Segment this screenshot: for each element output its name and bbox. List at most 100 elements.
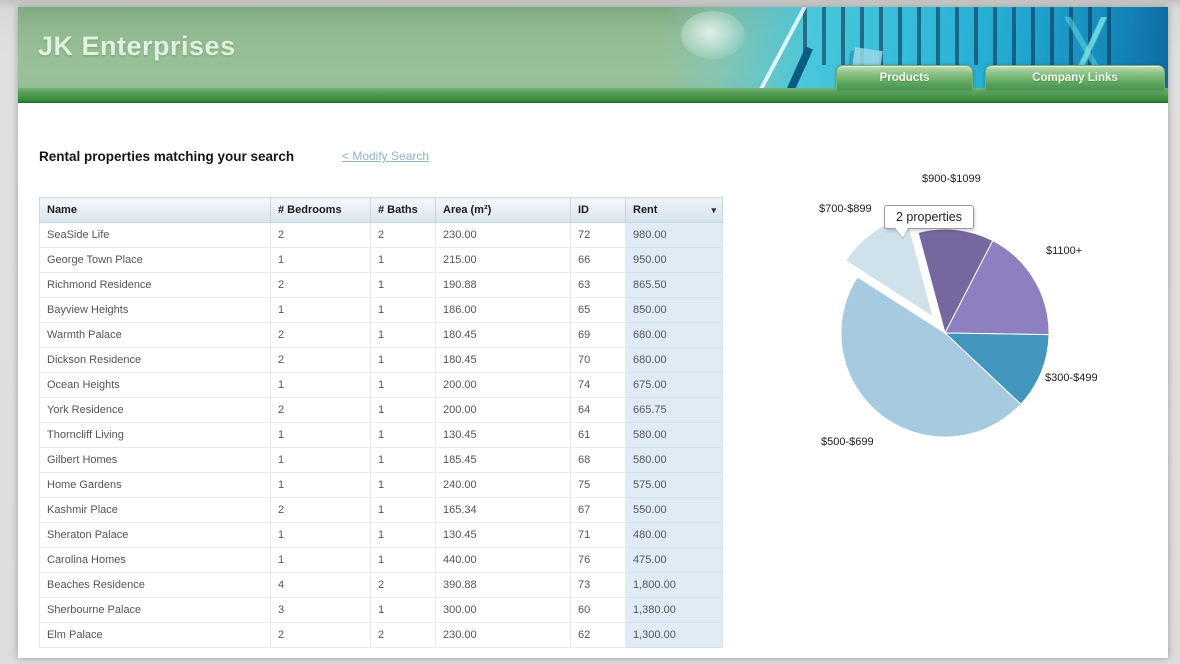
- table-row[interactable]: Gilbert Homes11185.4568580.00: [40, 448, 723, 473]
- cell: 1: [371, 473, 436, 498]
- cell: 1: [371, 548, 436, 573]
- tab-products[interactable]: Products: [836, 65, 973, 90]
- cell: 2: [371, 623, 436, 648]
- cell: Sherbourne Palace: [40, 598, 271, 623]
- cell: 62: [571, 623, 626, 648]
- cell: 580.00: [626, 423, 723, 448]
- table-row[interactable]: Dickson Residence21180.4570680.00: [40, 348, 723, 373]
- cell: 66: [571, 248, 626, 273]
- cell: 1,300.00: [626, 623, 723, 648]
- cell: 2: [271, 323, 371, 348]
- cell: 2: [371, 223, 436, 248]
- cell: 67: [571, 498, 626, 523]
- table-row[interactable]: Elm Palace22230.00621,300.00: [40, 623, 723, 648]
- cell: 240.00: [436, 473, 571, 498]
- cell: York Residence: [40, 398, 271, 423]
- cell: George Town Place: [40, 248, 271, 273]
- table-row[interactable]: George Town Place11215.0066950.00: [40, 248, 723, 273]
- column-header-baths[interactable]: # Baths: [371, 198, 436, 223]
- cell: 200.00: [436, 373, 571, 398]
- table-row[interactable]: Beaches Residence42390.88731,800.00: [40, 573, 723, 598]
- cell: 390.88: [436, 573, 571, 598]
- table-row[interactable]: Richmond Residence21190.8863865.50: [40, 273, 723, 298]
- rent-distribution-chart: $900-$1099 $700-$899 $1100+ $300-$499 $5…: [790, 160, 1170, 460]
- cell: 1: [271, 373, 371, 398]
- cell: 185.45: [436, 448, 571, 473]
- column-header-rent-label: Rent: [633, 204, 657, 216]
- column-header-rent[interactable]: Rent ▾: [626, 198, 723, 223]
- table-row[interactable]: Sherbourne Palace31300.00601,380.00: [40, 598, 723, 623]
- table-row[interactable]: Carolina Homes11440.0076475.00: [40, 548, 723, 573]
- cell: 440.00: [436, 548, 571, 573]
- cell: 1: [371, 398, 436, 423]
- cell: 200.00: [436, 398, 571, 423]
- cell: 980.00: [626, 223, 723, 248]
- cell: 74: [571, 373, 626, 398]
- cell: 64: [571, 398, 626, 423]
- cell: 71: [571, 523, 626, 548]
- modify-search-link[interactable]: < Modify Search: [342, 149, 429, 163]
- cell: Sheraton Palace: [40, 523, 271, 548]
- column-header-bedrooms[interactable]: # Bedrooms: [271, 198, 371, 223]
- table-row[interactable]: Kashmir Place21165.3467550.00: [40, 498, 723, 523]
- page-title: Rental properties matching your search: [39, 149, 294, 164]
- cell: 1: [371, 348, 436, 373]
- cell: 1: [271, 548, 371, 573]
- table-row[interactable]: Sheraton Palace11130.4571480.00: [40, 523, 723, 548]
- cell: Elm Palace: [40, 623, 271, 648]
- cell: 2: [371, 573, 436, 598]
- cell: 1: [371, 273, 436, 298]
- table-row[interactable]: Home Gardens11240.0075575.00: [40, 473, 723, 498]
- cell: 675.00: [626, 373, 723, 398]
- pie-label: $300-$499: [1045, 372, 1098, 384]
- cell: 1: [271, 298, 371, 323]
- cell: 1: [371, 448, 436, 473]
- column-header-name[interactable]: Name: [40, 198, 271, 223]
- cell: 1: [371, 373, 436, 398]
- cell: 680.00: [626, 348, 723, 373]
- tab-company-links[interactable]: Company Links: [985, 65, 1165, 90]
- cell: 1: [371, 248, 436, 273]
- properties-table: Name # Bedrooms # Baths Area (m²) ID Ren…: [39, 197, 723, 648]
- cell: 165.34: [436, 498, 571, 523]
- cell: 3: [271, 598, 371, 623]
- cell: 480.00: [626, 523, 723, 548]
- cell: 215.00: [436, 248, 571, 273]
- title-row: Rental properties matching your search <…: [39, 148, 739, 166]
- cell: 186.00: [436, 298, 571, 323]
- cell: Warmth Palace: [40, 323, 271, 348]
- cell: Bayview Heights: [40, 298, 271, 323]
- cell: 2: [271, 398, 371, 423]
- table-row[interactable]: Bayview Heights11186.0065850.00: [40, 298, 723, 323]
- cell: Thorncliff Living: [40, 423, 271, 448]
- cell: 865.50: [626, 273, 723, 298]
- cell: 1: [271, 448, 371, 473]
- cell: 665.75: [626, 398, 723, 423]
- cell: 550.00: [626, 498, 723, 523]
- cell: 76: [571, 548, 626, 573]
- cell: 60: [571, 598, 626, 623]
- cell: 2: [271, 273, 371, 298]
- cell: 1: [271, 248, 371, 273]
- table-row[interactable]: Ocean Heights11200.0074675.00: [40, 373, 723, 398]
- table-row[interactable]: Thorncliff Living11130.4561580.00: [40, 423, 723, 448]
- nav-band: [18, 88, 1168, 103]
- cell: 230.00: [436, 223, 571, 248]
- tooltip-tail-icon: [895, 228, 908, 238]
- table-row[interactable]: Warmth Palace21180.4569680.00: [40, 323, 723, 348]
- cell: 190.88: [436, 273, 571, 298]
- cell: 1: [371, 298, 436, 323]
- cell: Kashmir Place: [40, 498, 271, 523]
- pie-label: $1100+: [1046, 245, 1082, 257]
- cell: 1,800.00: [626, 573, 723, 598]
- table-row[interactable]: SeaSide Life22230.0072980.00: [40, 223, 723, 248]
- sort-dropdown-icon[interactable]: ▾: [711, 206, 716, 215]
- brand-title: JK Enterprises: [38, 31, 236, 62]
- column-header-id[interactable]: ID: [571, 198, 626, 223]
- table-row[interactable]: York Residence21200.0064665.75: [40, 398, 723, 423]
- cell: 850.00: [626, 298, 723, 323]
- cell: 1: [271, 523, 371, 548]
- cell: 1: [371, 423, 436, 448]
- column-header-area[interactable]: Area (m²): [436, 198, 571, 223]
- cell: 68: [571, 448, 626, 473]
